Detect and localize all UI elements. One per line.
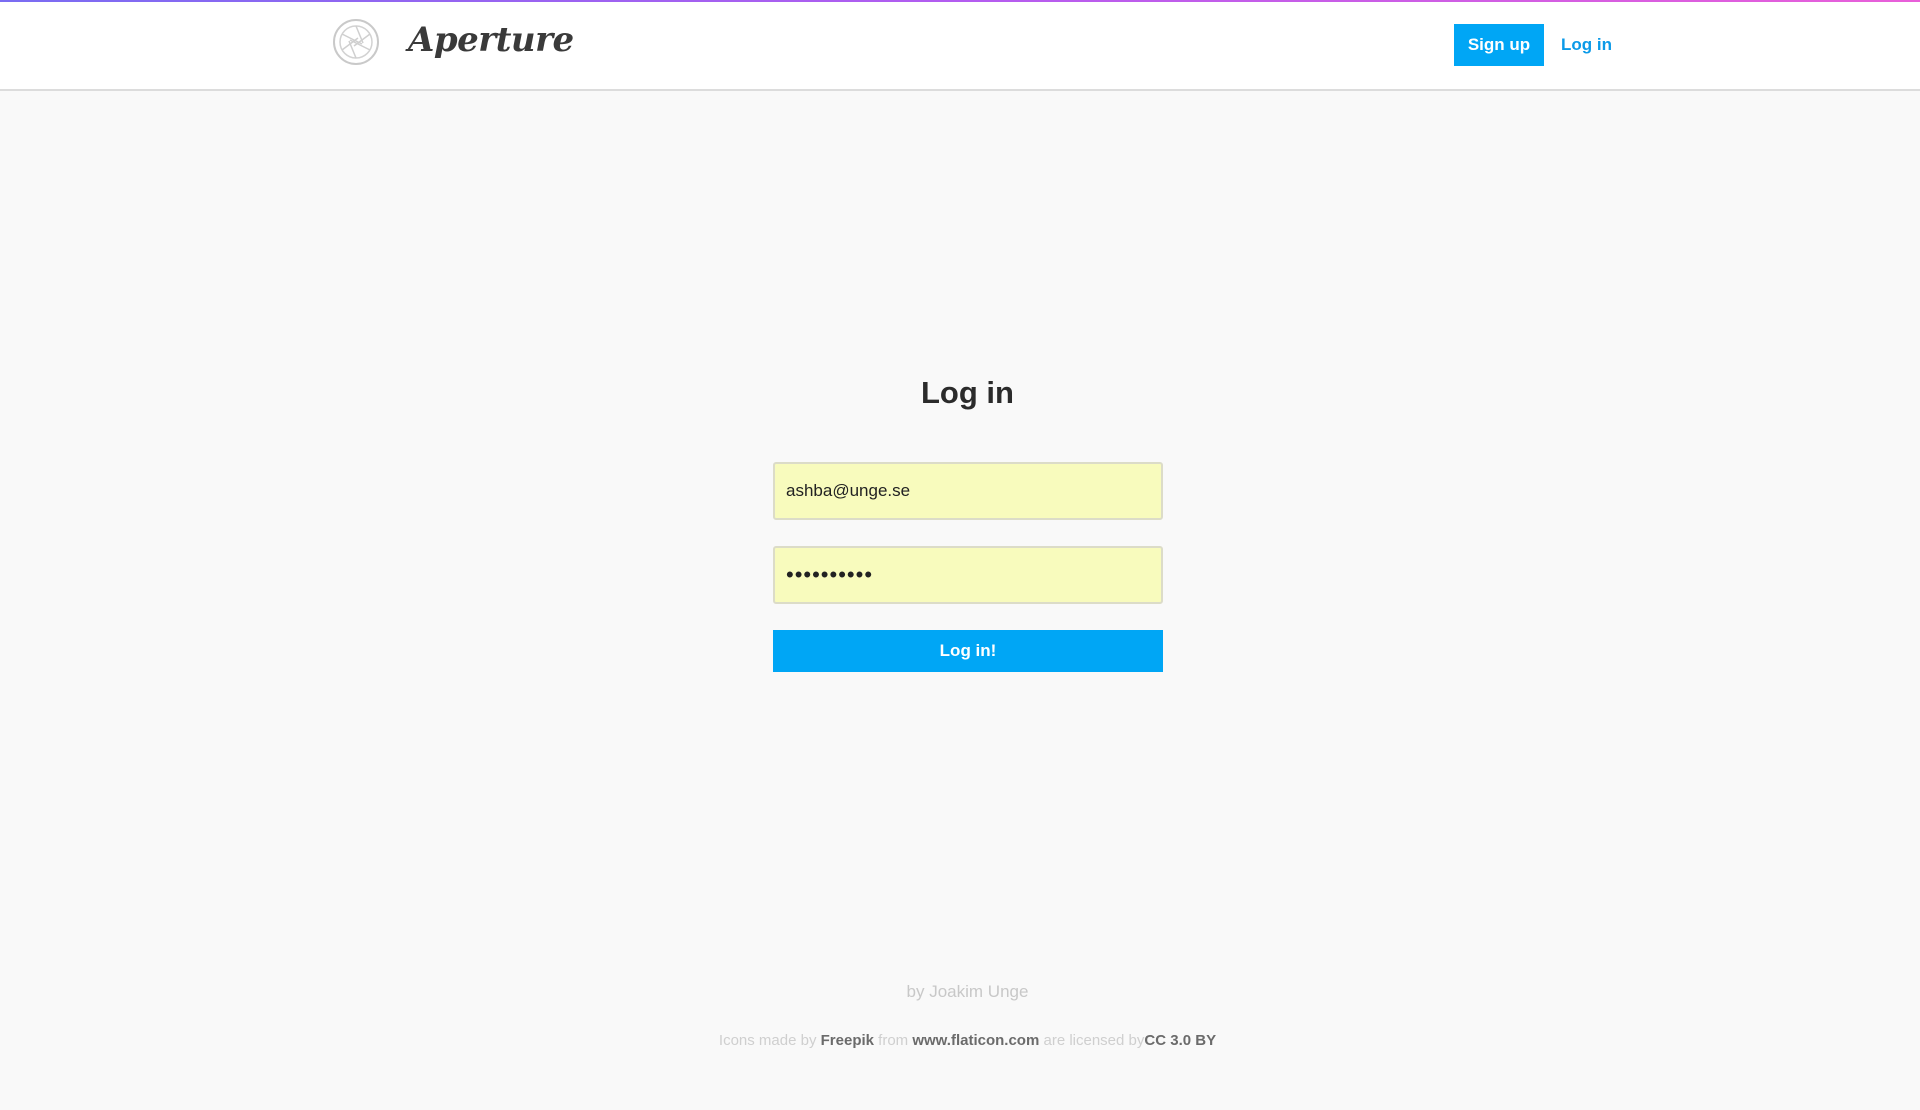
page-title: Log in bbox=[921, 375, 1014, 410]
site-header: Aperture Sign up Log in bbox=[0, 2, 1920, 91]
icon-credits: Icons made by Freepik from www.flaticon.… bbox=[0, 1032, 1920, 1049]
signup-button[interactable]: Sign up bbox=[1454, 24, 1544, 66]
flaticon-link[interactable]: www.flaticon.com bbox=[912, 1032, 1039, 1049]
credits-licensed-text: are licensed by bbox=[1043, 1032, 1145, 1049]
freepik-link[interactable]: Freepik bbox=[821, 1032, 874, 1049]
brand-logo-text[interactable]: Aperture bbox=[408, 20, 574, 60]
login-link[interactable]: Log in bbox=[1561, 24, 1612, 66]
license-link[interactable]: CC 3.0 BY bbox=[1144, 1032, 1216, 1049]
credits-from-text: from bbox=[878, 1032, 909, 1049]
password-field[interactable] bbox=[773, 546, 1163, 604]
author-byline: by Joakim Unge bbox=[906, 982, 1029, 1001]
login-submit-button[interactable]: Log in! bbox=[773, 630, 1163, 672]
credits-prefix: Icons made by bbox=[718, 1032, 817, 1049]
email-field[interactable] bbox=[773, 462, 1163, 520]
camera-aperture-icon[interactable] bbox=[332, 18, 380, 66]
